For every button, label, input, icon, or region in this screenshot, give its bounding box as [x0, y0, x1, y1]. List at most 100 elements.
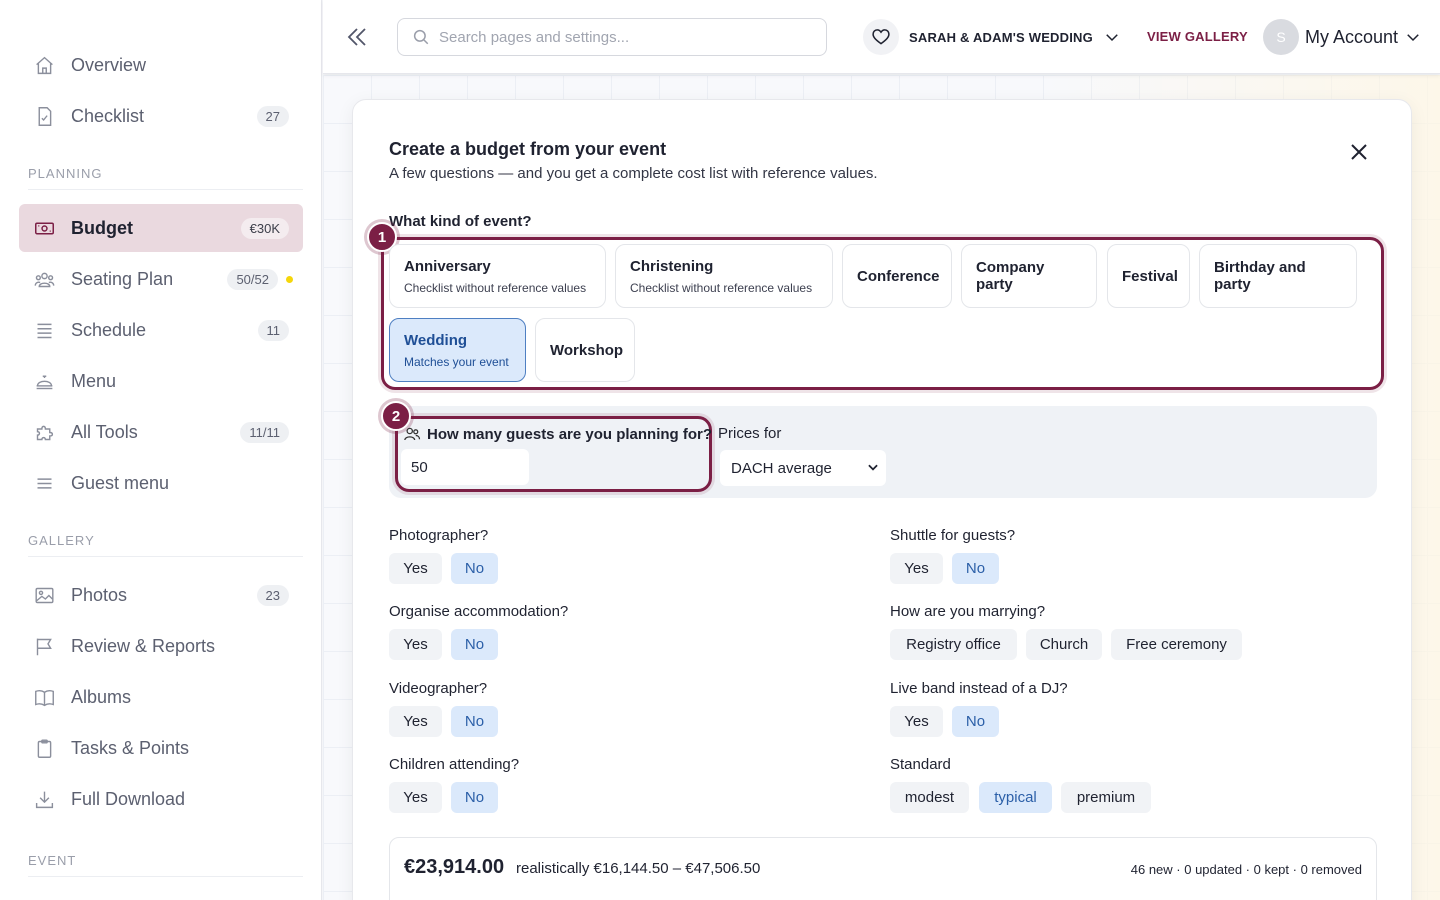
book-icon — [33, 686, 55, 708]
question-shuttle: Shuttle for guests? — [890, 527, 1016, 544]
videographer-no[interactable]: No — [451, 706, 498, 737]
sidebar-item-guest-menu[interactable]: Guest menu — [19, 459, 303, 507]
count-badge: 27 — [256, 105, 289, 127]
count-badge: €30K — [240, 217, 289, 239]
event-type-title: Birthday and party — [1214, 259, 1306, 293]
event-type-conference[interactable]: Conference — [842, 244, 952, 308]
menu-lines-icon — [33, 472, 55, 494]
accommodation-no[interactable]: No — [451, 629, 498, 660]
photographer-yes[interactable]: Yes — [389, 553, 442, 584]
chevron-down-icon — [1404, 28, 1422, 46]
sidebar-item-label: Checklist — [71, 105, 145, 126]
event-kind-question: What kind of event? — [389, 213, 532, 230]
liveband-yes[interactable]: Yes — [890, 706, 943, 737]
event-type-christening[interactable]: Christening Checklist without reference … — [615, 244, 833, 308]
section-title-gallery: GALLERY — [28, 533, 303, 557]
home-icon — [33, 54, 55, 76]
marrying-registry-office[interactable]: Registry office — [890, 629, 1017, 660]
event-type-title: Anniversary — [404, 257, 491, 275]
standard-premium[interactable]: premium — [1061, 782, 1151, 813]
list-icon — [33, 319, 55, 341]
event-type-title: Conference — [857, 267, 940, 285]
budget-total: €23,914.00 — [404, 856, 505, 878]
children-yes[interactable]: Yes — [389, 782, 442, 813]
sidebar-item-seating-plan[interactable]: Seating Plan 50/52 — [19, 255, 303, 303]
top-bar: SARAH & ADAM'S WEDDING VIEW GALLERY S My… — [323, 0, 1440, 74]
shuttle-no[interactable]: No — [952, 553, 999, 584]
dialog-subtitle: A few questions — and you get a complete… — [389, 165, 878, 182]
marrying-church[interactable]: Church — [1026, 629, 1102, 660]
sidebar-item-label: Photos — [71, 584, 128, 605]
standard-typical[interactable]: typical — [979, 782, 1052, 813]
sidebar-item-label: Guest menu — [71, 472, 170, 493]
section-title-event: EVENT — [28, 853, 303, 877]
sidebar-item-label: Overview — [71, 54, 147, 75]
question-standard: Standard — [890, 756, 951, 773]
liveband-no[interactable]: No — [952, 706, 999, 737]
money-icon — [33, 217, 55, 239]
search-input[interactable] — [439, 28, 799, 46]
view-gallery-link[interactable]: VIEW GALLERY — [1147, 29, 1248, 44]
sidebar-item-review-reports[interactable]: Review & Reports — [19, 622, 303, 670]
cloche-icon — [33, 370, 55, 392]
count-badge: 11 — [257, 319, 289, 341]
event-type-festival[interactable]: Festival — [1107, 244, 1190, 308]
sidebar-item-photos[interactable]: Photos 23 — [19, 571, 303, 619]
question-marrying: How are you marrying? — [890, 603, 1046, 620]
event-selector[interactable]: SARAH & ADAM'S WEDDING — [863, 18, 1121, 56]
budget-dialog: Create a budget from your event A few qu… — [352, 99, 1412, 900]
question-accommodation: Organise accommodation? — [389, 603, 569, 620]
guest-count-input[interactable] — [401, 449, 529, 485]
search-box[interactable] — [397, 18, 827, 56]
prices-region-select[interactable]: DACH average — [720, 450, 886, 486]
accommodation-yes[interactable]: Yes — [389, 629, 442, 660]
sidebar-item-full-download[interactable]: Full Download — [19, 775, 303, 823]
account-menu[interactable]: S My Account — [1263, 19, 1422, 55]
sidebar-item-albums[interactable]: Albums — [19, 673, 303, 721]
videographer-yes[interactable]: Yes — [389, 706, 442, 737]
sidebar-item-checklist[interactable]: Checklist 27 — [19, 92, 303, 140]
sidebar-item-schedule[interactable]: Schedule 11 — [19, 306, 303, 354]
sidebar-item-tasks-points[interactable]: Tasks & Points — [19, 724, 303, 772]
shuttle-yes[interactable]: Yes — [890, 553, 943, 584]
event-type-subtitle: Matches your event — [404, 354, 509, 369]
event-type-title: Company party — [976, 259, 1045, 293]
event-type-birthday-party[interactable]: Birthday and party — [1199, 244, 1357, 308]
event-type-anniversary[interactable]: Anniversary Checklist without reference … — [389, 244, 606, 308]
budget-range: realistically €16,144.50 – €47,506.50 — [516, 860, 761, 877]
question-children: Children attending? — [389, 756, 520, 773]
event-type-title: Christening — [630, 257, 714, 275]
event-type-wedding[interactable]: Wedding Matches your event — [389, 318, 526, 382]
sidebar-item-all-tools[interactable]: All Tools 11/11 — [19, 408, 303, 456]
sidebar-item-overview[interactable]: Overview — [19, 41, 303, 89]
section-title-planning: PLANNING — [28, 166, 303, 190]
event-type-title: Festival — [1122, 267, 1178, 285]
budget-stats: 46 new · 0 updated · 0 kept · 0 removed — [1130, 862, 1362, 877]
guests-icon — [403, 425, 421, 443]
event-name: SARAH & ADAM'S WEDDING — [909, 29, 1093, 45]
photographer-no[interactable]: No — [451, 553, 498, 584]
account-label: My Account — [1305, 26, 1399, 47]
clipboard-icon — [33, 737, 55, 759]
event-type-subtitle: Checklist without reference values — [630, 280, 813, 295]
children-no[interactable]: No — [451, 782, 498, 813]
guests-question: How many guests are you planning for? — [403, 425, 712, 443]
sidebar-item-label: Menu — [71, 370, 117, 391]
standard-modest[interactable]: modest — [890, 782, 969, 813]
sidebar-item-label: Schedule — [71, 319, 147, 340]
collapse-sidebar-icon[interactable] — [345, 24, 369, 50]
close-icon[interactable] — [1349, 142, 1369, 162]
event-type-subtitle: Checklist without reference values — [404, 280, 587, 295]
sidebar-item-budget[interactable]: Budget €30K — [19, 204, 303, 252]
event-type-company-party[interactable]: Company party — [961, 244, 1097, 308]
count-badge: 50/52 — [227, 268, 278, 290]
question-live-band: Live band instead of a DJ? — [890, 680, 1068, 697]
event-type-workshop[interactable]: Workshop — [535, 318, 635, 382]
sidebar-item-menu[interactable]: Menu — [19, 357, 303, 405]
prices-label: Prices for — [718, 425, 782, 442]
chevron-down-icon — [1103, 28, 1121, 46]
marrying-free-ceremony[interactable]: Free ceremony — [1111, 629, 1242, 660]
flag-icon — [33, 635, 55, 657]
search-icon — [412, 28, 430, 46]
download-icon — [33, 788, 55, 810]
